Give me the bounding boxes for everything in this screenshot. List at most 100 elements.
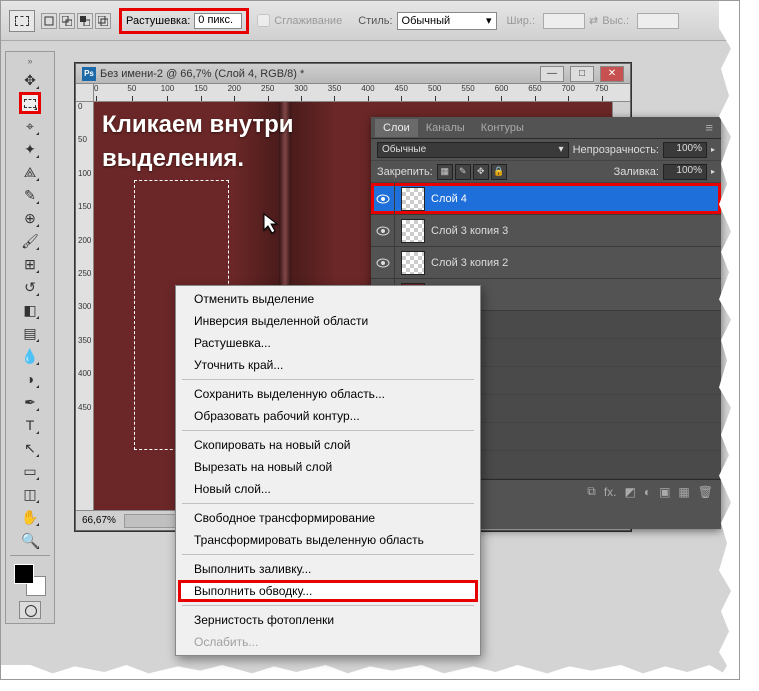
height-input: [637, 13, 679, 29]
menu-item[interactable]: Инверсия выделенной области: [178, 310, 478, 332]
context-menu: Отменить выделениеИнверсия выделенной об…: [175, 285, 481, 656]
adjustment-icon[interactable]: ◐: [644, 485, 651, 499]
layer-name[interactable]: Слой 3 копия 2: [431, 257, 508, 269]
tool-gradient[interactable]: ▤: [19, 322, 41, 344]
tool-wand[interactable]: ✦: [19, 138, 41, 160]
quick-mask-toggle[interactable]: [19, 601, 41, 619]
menu-item[interactable]: Образовать рабочий контур...: [178, 405, 478, 427]
photoshop-window: Растушевка: 0 пикс. Сглаживание Стиль: О…: [0, 0, 740, 680]
menu-item[interactable]: Скопировать на новый слой: [178, 434, 478, 456]
color-swatches[interactable]: [14, 564, 46, 596]
tool-history-brush[interactable]: ↺: [19, 276, 41, 298]
tool-healing[interactable]: ⊕: [19, 207, 41, 229]
tool-zoom[interactable]: 🔍: [19, 529, 41, 551]
menu-item[interactable]: Сохранить выделенную область...: [178, 383, 478, 405]
menu-item[interactable]: Растушевка...: [178, 332, 478, 354]
tool-dodge[interactable]: ◑: [19, 368, 41, 390]
layer-name[interactable]: Слой 3 копия 3: [431, 225, 508, 237]
lock-pixels-icon[interactable]: ✎: [455, 164, 471, 180]
tool-stamp[interactable]: ⊞: [19, 253, 41, 275]
layer-row[interactable]: Слой 3 копия 2: [371, 247, 721, 279]
layer-thumbnail[interactable]: [401, 251, 425, 275]
fg-color-swatch[interactable]: [14, 564, 34, 584]
feather-label: Растушевка:: [126, 15, 190, 27]
link-layers-icon[interactable]: ⧉: [587, 484, 596, 499]
tool-shape[interactable]: ▭: [19, 460, 41, 482]
layer-thumbnail[interactable]: [401, 187, 425, 211]
layer-row[interactable]: Слой 4: [371, 183, 721, 215]
feather-input[interactable]: 0 пикс.: [194, 13, 242, 29]
ruler-horizontal[interactable]: 0501001502002503003504004505005506006507…: [94, 84, 630, 102]
width-input: [543, 13, 585, 29]
menu-separator: [182, 554, 474, 555]
window-maximize-button[interactable]: □: [570, 66, 594, 82]
document-titlebar[interactable]: Ps Без имени-2 @ 66,7% (Слой 4, RGB/8) *…: [76, 64, 630, 84]
sel-mode-new[interactable]: [41, 13, 57, 29]
layer-row[interactable]: Слой 3 копия 3: [371, 215, 721, 247]
tool-eraser[interactable]: ◧: [19, 299, 41, 321]
tab-layers[interactable]: Слои: [375, 119, 418, 137]
menu-separator: [182, 503, 474, 504]
menu-item[interactable]: Зернистость фотопленки: [178, 609, 478, 631]
menu-item[interactable]: Уточнить край...: [178, 354, 478, 376]
layer-thumbnail[interactable]: [401, 219, 425, 243]
tool-path-select[interactable]: ↖: [19, 437, 41, 459]
sel-mode-add[interactable]: [59, 13, 75, 29]
visibility-eye-icon[interactable]: [371, 183, 395, 214]
window-minimize-button[interactable]: —: [540, 66, 564, 82]
trash-icon[interactable]: 🗑: [698, 485, 713, 499]
tool-marquee[interactable]: [19, 92, 41, 114]
height-label: Выс.:: [602, 15, 629, 27]
tool-brush[interactable]: 🖌: [19, 230, 41, 252]
window-close-button[interactable]: ✕: [600, 66, 624, 82]
tool-move[interactable]: ✥: [19, 69, 41, 91]
tool-preset-marquee[interactable]: [9, 10, 35, 32]
tool-pen[interactable]: ✒: [19, 391, 41, 413]
lock-all-icon[interactable]: 🔒: [491, 164, 507, 180]
lock-position-icon[interactable]: ✥: [473, 164, 489, 180]
menu-item[interactable]: Свободное трансформирование: [178, 507, 478, 529]
sel-mode-subtract[interactable]: [77, 13, 93, 29]
options-bar: Растушевка: 0 пикс. Сглаживание Стиль: О…: [1, 1, 739, 41]
menu-item[interactable]: Отменить выделение: [178, 288, 478, 310]
fill-input[interactable]: 100%: [663, 164, 707, 180]
menu-item[interactable]: Трансформировать выделенную область: [178, 529, 478, 551]
visibility-eye-icon[interactable]: [371, 247, 395, 278]
new-layer-icon[interactable]: ▦: [678, 485, 689, 499]
lock-transparency-icon[interactable]: ▦: [437, 164, 453, 180]
style-dropdown[interactable]: Обычный▾: [397, 12, 497, 30]
tool-blur[interactable]: 💧: [19, 345, 41, 367]
tool-crop[interactable]: ⟁: [19, 161, 41, 183]
tool-type[interactable]: T: [19, 414, 41, 436]
document-title: Без имени-2 @ 66,7% (Слой 4, RGB/8) *: [100, 68, 304, 80]
tab-channels[interactable]: Каналы: [418, 119, 473, 137]
menu-item[interactable]: Новый слой...: [178, 478, 478, 500]
menu-separator: [182, 605, 474, 606]
fill-label: Заливка:: [614, 166, 659, 178]
menu-item[interactable]: Выполнить заливку...: [178, 558, 478, 580]
tool-eyedropper[interactable]: ✎: [19, 184, 41, 206]
visibility-eye-icon[interactable]: [371, 215, 395, 246]
zoom-level[interactable]: 66,67%: [82, 515, 116, 526]
menu-item[interactable]: Выполнить обводку...: [178, 580, 478, 602]
panel-grip[interactable]: »: [27, 56, 32, 66]
menu-item[interactable]: Вырезать на новый слой: [178, 456, 478, 478]
fx-icon[interactable]: fx.: [604, 485, 617, 499]
antialias-label: Сглаживание: [274, 15, 342, 27]
tool-3d[interactable]: ◫: [19, 483, 41, 505]
opacity-label: Непрозрачность:: [573, 144, 659, 156]
ruler-vertical[interactable]: 050100150200250300350400450: [76, 102, 94, 510]
tab-paths[interactable]: Контуры: [473, 119, 532, 137]
tool-lasso[interactable]: ⌖: [19, 115, 41, 137]
tool-hand[interactable]: ✋: [19, 506, 41, 528]
layer-name[interactable]: Слой 4: [431, 193, 467, 205]
opacity-input[interactable]: 100%: [663, 142, 707, 158]
panel-menu-icon[interactable]: ≡: [701, 120, 717, 135]
ruler-origin[interactable]: [76, 84, 94, 102]
tools-panel: » ✥ ⌖ ✦ ⟁ ✎ ⊕ 🖌 ⊞ ↺ ◧ ▤ 💧 ◑ ✒ T ↖ ▭ ◫ ✋ …: [5, 51, 55, 624]
selection-mode-group: [41, 13, 111, 29]
group-icon[interactable]: ▣: [659, 485, 670, 499]
mask-icon[interactable]: ◩: [624, 485, 635, 499]
sel-mode-intersect[interactable]: [95, 13, 111, 29]
blend-mode-dropdown[interactable]: Обычные▾: [377, 142, 569, 158]
